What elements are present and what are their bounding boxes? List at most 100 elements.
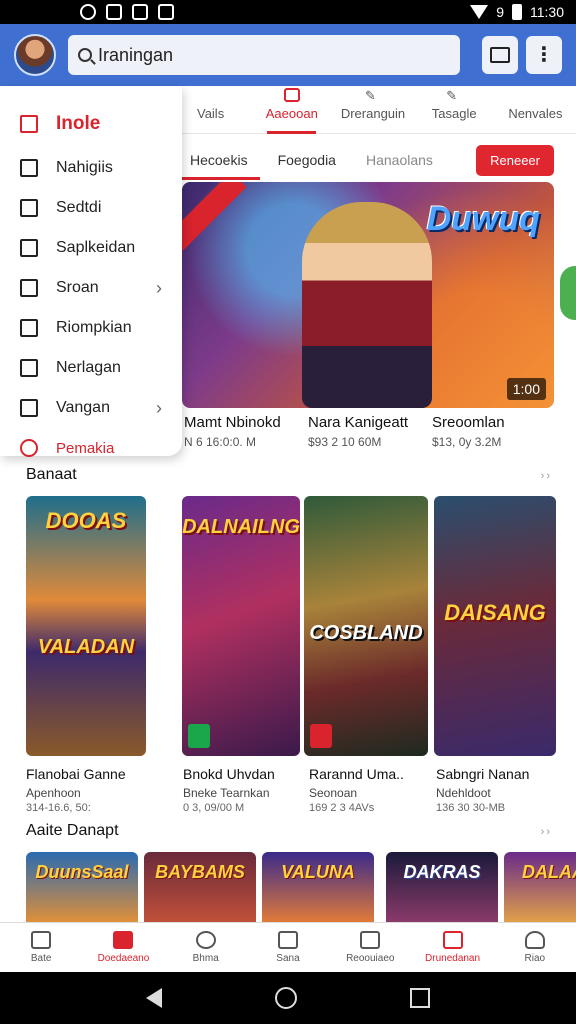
game-thumbnail[interactable]: DALAAN bbox=[504, 852, 576, 922]
hero-banner[interactable]: Duwuq 1:00 bbox=[182, 182, 554, 408]
drawer-item-label: Pemakia bbox=[56, 439, 115, 457]
gamepad-icon bbox=[283, 88, 300, 102]
back-icon[interactable] bbox=[146, 988, 163, 1008]
notification-icon bbox=[80, 4, 96, 20]
chip-hecoekis[interactable]: Hecoekis bbox=[182, 146, 260, 180]
nav-item-drunedanan[interactable]: Drunedanan bbox=[411, 923, 493, 972]
hero-item[interactable]: Nara Kanigeatt $93 2 10 60M bbox=[308, 414, 432, 449]
search-input[interactable]: Iraningan bbox=[68, 35, 460, 75]
game-thumbnail[interactable]: VALUNA bbox=[262, 852, 374, 922]
game-card[interactable]: DOOAS VALADAN bbox=[26, 496, 146, 756]
chip-hanaolans[interactable]: Hanaolans bbox=[358, 146, 441, 174]
chip-foegodia[interactable]: Foegodia bbox=[270, 146, 344, 174]
profile-icon bbox=[524, 931, 545, 949]
section-more-button[interactable]: ›› bbox=[541, 826, 552, 838]
game-card[interactable]: COSBLAND bbox=[304, 496, 428, 756]
game-thumbnail[interactable]: BAYBAMS bbox=[144, 852, 256, 922]
drawer-item-inole[interactable]: Inole bbox=[0, 100, 182, 148]
tab-label: Aaeooan bbox=[265, 106, 318, 121]
thumbnail-row: DuunsSaal BAYBAMS VALUNA DAKRAS DALAAN bbox=[26, 852, 576, 922]
home-circle-icon[interactable] bbox=[274, 987, 297, 1009]
checkbox-icon bbox=[20, 399, 38, 417]
thumbnail-logo: DAKRAS bbox=[403, 862, 481, 882]
checkbox-icon bbox=[20, 279, 38, 297]
bottom-navigation: Bate Doedaeano Bhma Sana Reoouiaeo Drune… bbox=[0, 922, 576, 972]
home-icon bbox=[20, 115, 38, 133]
game-title-block[interactable]: Flanobai Ganne Apenhoon 314-16.6, 50: bbox=[26, 766, 126, 814]
drawer-item-label: Inole bbox=[56, 113, 101, 134]
house-filled-icon bbox=[113, 931, 134, 949]
game-meta: 0 3, 09/00 M bbox=[183, 802, 245, 814]
drawer-item-riompkian[interactable]: Riompkian bbox=[0, 308, 182, 348]
drawer-item-nerlagan[interactable]: Nerlagan bbox=[0, 348, 182, 388]
game-grid: DOOAS VALADAN DALNAILNG COSBLAND DAISANG bbox=[26, 496, 556, 756]
game-thumbnail[interactable]: DAKRAS bbox=[386, 852, 498, 922]
hero-item-title: Nara Kanigeatt bbox=[308, 414, 409, 431]
hero-duration-badge: 1:00 bbox=[506, 378, 546, 400]
nav-item-doedaeano[interactable]: Doedaeano bbox=[82, 923, 164, 972]
drawer-item-label: Sroan bbox=[56, 279, 99, 296]
drawer-menu: Inole Nahigiis Sedtdi Saplkeidan Sroan ›… bbox=[0, 86, 182, 457]
game-title: Bnokd Uhvdan bbox=[183, 766, 275, 782]
nav-label: Bate bbox=[30, 953, 52, 964]
game-card[interactable]: DAISANG bbox=[434, 496, 556, 756]
drawer-item-vangan[interactable]: Vangan › bbox=[0, 388, 182, 428]
drawer-item-saplkeidan[interactable]: Saplkeidan bbox=[0, 228, 182, 268]
game-developer: Seonoan bbox=[309, 786, 358, 800]
tab-label: Vails bbox=[196, 106, 225, 121]
more-options-button[interactable]: ⋮ bbox=[526, 36, 562, 74]
game-card-logo: DOOAS bbox=[45, 508, 127, 533]
nav-item-reoouiaeo[interactable]: Reoouiaeo bbox=[329, 923, 411, 972]
pencil-icon bbox=[360, 931, 381, 949]
hero-titles: Mamt Nbinokd N 6 16:0:0. M Nara Kanigeat… bbox=[184, 414, 556, 449]
drawer-item-sroan[interactable]: Sroan › bbox=[0, 268, 182, 308]
game-title-block[interactable]: Rarannd Uma.. Seonoan 169 2 3 4AVs bbox=[309, 766, 404, 814]
drawer-item-nahigiis[interactable]: Nahigiis bbox=[0, 148, 182, 188]
tab-dreranguin[interactable]: ✎ Dreranguin bbox=[332, 88, 413, 133]
drawer-item-pemakia[interactable]: Pemakia bbox=[0, 428, 182, 468]
notification-icon bbox=[132, 4, 148, 20]
game-thumbnail[interactable]: DuunsSaal bbox=[26, 852, 138, 922]
renew-button[interactable]: Reneeer bbox=[476, 144, 554, 176]
game-developer: Ndehldoot bbox=[436, 786, 491, 800]
tab-vails[interactable]: Vails bbox=[170, 88, 251, 133]
wifi-icon bbox=[470, 5, 489, 19]
nav-item-riao[interactable]: Riao bbox=[494, 923, 576, 972]
drawer-item-label: Nerlagan bbox=[56, 359, 121, 376]
system-navigation-bar bbox=[0, 972, 576, 1024]
thumbnail-logo: VALUNA bbox=[281, 862, 355, 882]
drawer-item-sedtdi[interactable]: Sedtdi bbox=[0, 188, 182, 228]
hero-item[interactable]: Sreoomlan $13, 0y 3.2M bbox=[432, 414, 556, 449]
section-title: Banaat bbox=[26, 466, 77, 483]
nav-label: Riao bbox=[524, 953, 546, 964]
nav-item-sana[interactable]: Sana bbox=[247, 923, 329, 972]
tab-aaeooan[interactable]: Aaeooan bbox=[251, 88, 332, 134]
recents-icon[interactable] bbox=[409, 988, 430, 1008]
avatar[interactable] bbox=[14, 34, 56, 76]
thumbnail-logo: DuunsSaal bbox=[35, 862, 129, 882]
drawer-item-label: Sedtdi bbox=[56, 199, 102, 216]
section-more-button[interactable]: ›› bbox=[541, 470, 552, 482]
folder-icon bbox=[20, 359, 38, 377]
nav-item-bhma[interactable]: Bhma bbox=[165, 923, 247, 972]
nav-item-bate[interactable]: Bate bbox=[0, 923, 82, 972]
game-meta: 314-16.6, 50: bbox=[26, 802, 91, 814]
cast-button[interactable] bbox=[482, 36, 518, 74]
nav-label: Reoouiaeo bbox=[346, 953, 395, 964]
document-icon bbox=[20, 159, 38, 177]
chevron-right-icon: › bbox=[156, 397, 162, 418]
side-tab-handle[interactable] bbox=[560, 266, 576, 320]
game-title-block[interactable]: Sabngri Nanan Ndehldoot 136 30 30-MB bbox=[436, 766, 529, 814]
tag-icon: ✎ bbox=[446, 88, 458, 103]
hero-item[interactable]: Mamt Nbinokd N 6 16:0:0. M bbox=[184, 414, 308, 449]
tab-nenvales[interactable]: Nenvales bbox=[495, 88, 576, 133]
hero-character-image bbox=[302, 202, 432, 408]
hero-item-title: Mamt Nbinokd bbox=[184, 414, 281, 431]
game-card[interactable]: DALNAILNG bbox=[182, 496, 300, 756]
thumbnail-logo: DALAAN bbox=[522, 862, 576, 882]
game-title-block[interactable]: Bnokd Uhvdan Bneke Tearnkan 0 3, 09/00 M bbox=[183, 766, 275, 814]
tab-label: Dreranguin bbox=[340, 106, 406, 121]
game-card-logo: DAISANG bbox=[444, 600, 546, 625]
tab-tasagle[interactable]: ✎ Tasagle bbox=[414, 88, 495, 133]
library-icon bbox=[442, 931, 463, 949]
